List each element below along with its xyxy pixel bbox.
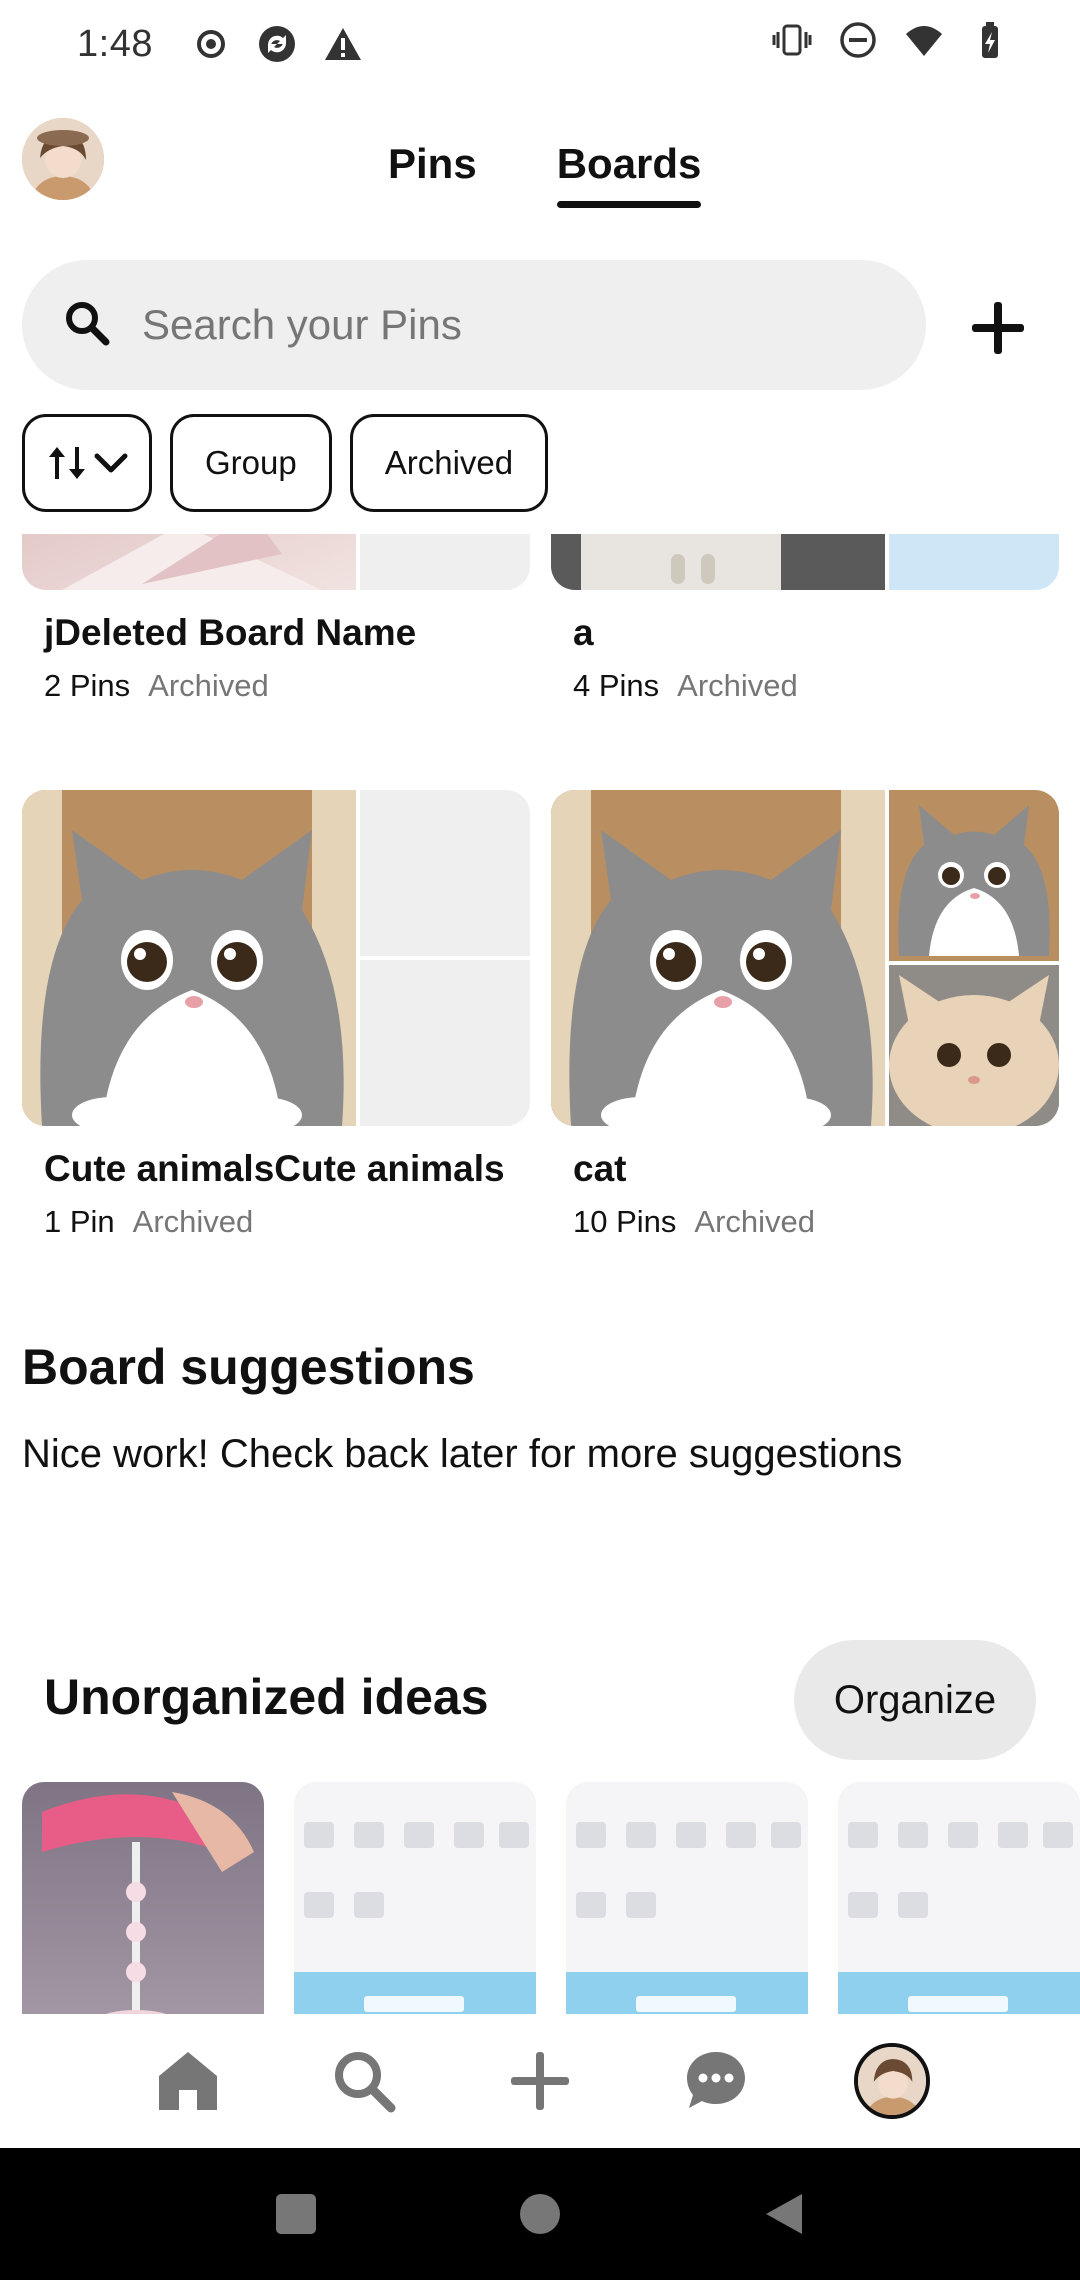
board-title: jDeleted Board Name — [44, 612, 417, 653]
tab-boards[interactable]: Boards — [556, 140, 701, 208]
wifi-icon — [904, 20, 944, 60]
search-icon — [62, 298, 112, 353]
sort-arrows-icon — [49, 447, 85, 479]
nav-home[interactable] — [143, 2036, 233, 2126]
nav-messages[interactable] — [671, 2036, 761, 2126]
boards-grid: jDeleted Board Name 2 Pins Archived a 4 … — [0, 534, 1080, 2014]
board-card[interactable]: jDeleted Board Name 2 Pins Archived — [22, 534, 530, 704]
board-card[interactable]: a 4 Pins Archived — [551, 534, 1059, 704]
cover-image — [22, 534, 356, 590]
warning-icon — [323, 24, 363, 64]
record-icon — [191, 24, 231, 64]
recents-icon[interactable] — [274, 2192, 318, 2236]
filter-chips: Group Archived — [22, 414, 549, 512]
board-cover — [551, 534, 1059, 590]
nav-profile[interactable] — [847, 2036, 937, 2126]
plus-icon — [972, 302, 1024, 354]
status-bar: 1:48 — [0, 0, 1080, 88]
search-icon — [335, 2052, 396, 2113]
sync-icon — [257, 24, 297, 64]
filter-archived-chip[interactable]: Archived — [349, 414, 549, 512]
board-title: Cute animalsCute animals — [44, 1148, 505, 1189]
board-cover — [551, 790, 1059, 1126]
board-status: Archived — [132, 1204, 254, 1239]
tab-pins[interactable]: Pins — [388, 140, 477, 208]
suggestions-heading: Board suggestions — [22, 1339, 475, 1395]
home-circle-icon[interactable] — [518, 2192, 562, 2236]
pin-thumbnail[interactable] — [566, 1782, 808, 2014]
board-cover — [22, 790, 530, 1126]
unorganized-pins-row — [22, 1782, 1080, 2014]
cover-image — [551, 790, 885, 1126]
profile-avatar[interactable] — [22, 118, 104, 200]
board-title: a — [573, 612, 594, 653]
status-time: 1:48 — [77, 22, 153, 65]
plus-icon — [511, 2052, 569, 2110]
pin-thumbnail[interactable] — [22, 1782, 264, 2014]
pin-thumbnail[interactable] — [294, 1782, 536, 2014]
back-icon[interactable] — [762, 2192, 806, 2236]
board-card[interactable]: cat 10 Pins Archived — [551, 790, 1059, 1240]
chat-icon — [687, 2052, 745, 2108]
nav-create[interactable] — [495, 2036, 585, 2126]
board-status: Archived — [677, 668, 798, 703]
filter-group-chip[interactable]: Group — [170, 414, 332, 512]
board-pin-count: 2 Pins — [44, 668, 131, 703]
board-card[interactable]: Cute animalsCute animals 1 Pin Archived — [22, 790, 530, 1240]
pin-thumbnail[interactable] — [838, 1782, 1080, 2014]
board-pin-count: 4 Pins — [573, 668, 660, 703]
board-pin-count: 1 Pin — [44, 1204, 115, 1239]
bottom-nav — [0, 2016, 1080, 2146]
board-cover — [22, 534, 530, 590]
chevron-down-icon — [94, 453, 128, 473]
nav-search[interactable] — [319, 2036, 409, 2126]
battery-icon — [970, 20, 1010, 60]
home-icon — [159, 2052, 217, 2110]
system-nav-bar — [0, 2148, 1080, 2280]
search-input[interactable] — [142, 301, 842, 349]
cover-image — [889, 790, 1059, 961]
board-title: cat — [573, 1148, 627, 1189]
vibrate-icon — [772, 20, 812, 60]
organize-button[interactable]: Organize — [794, 1640, 1036, 1760]
board-status: Archived — [148, 668, 269, 703]
cover-image — [889, 965, 1059, 1126]
unorganized-heading: Unorganized ideas — [44, 1669, 489, 1725]
board-pin-count: 10 Pins — [573, 1204, 677, 1239]
search-bar[interactable] — [22, 260, 926, 390]
profile-avatar — [854, 2043, 930, 2119]
dnd-icon — [838, 20, 878, 60]
cover-image — [551, 534, 885, 590]
tab-bar: Pins Boards — [388, 140, 701, 208]
add-button[interactable] — [960, 290, 1036, 366]
board-status: Archived — [694, 1204, 816, 1239]
cover-image — [22, 790, 356, 1126]
suggestions-text: Nice work! Check back later for more sug… — [22, 1432, 903, 1476]
sort-button[interactable] — [22, 414, 152, 512]
